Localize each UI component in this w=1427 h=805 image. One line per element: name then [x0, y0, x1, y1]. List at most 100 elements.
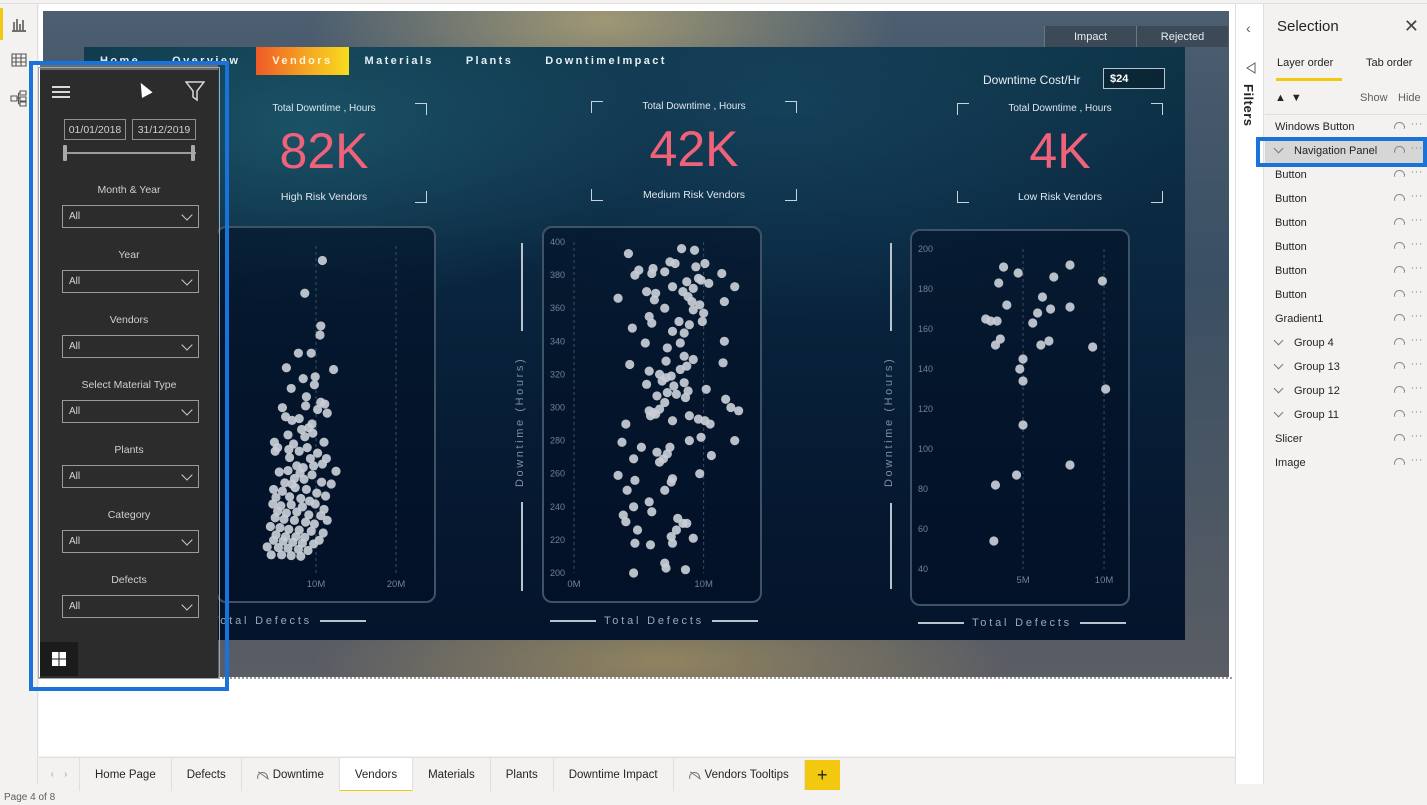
chevron-left-icon[interactable]: ‹ — [1246, 20, 1251, 36]
scatter-point[interactable] — [286, 500, 296, 510]
scatter-point[interactable] — [689, 245, 700, 255]
scatter-point[interactable] — [721, 394, 731, 404]
scatter-point[interactable] — [671, 389, 682, 399]
scatter-point[interactable] — [660, 267, 670, 277]
scatter-point[interactable] — [669, 381, 679, 391]
scatter-point[interactable] — [1018, 420, 1028, 430]
scatter-point[interactable] — [617, 437, 627, 447]
scatter-point[interactable] — [294, 413, 304, 424]
scatter-point[interactable] — [666, 371, 676, 381]
add-page-button[interactable]: + — [803, 760, 840, 790]
layer-item[interactable]: Slicer ··· — [1265, 427, 1427, 451]
scatter-point[interactable] — [1065, 260, 1075, 270]
scatter-point[interactable] — [309, 380, 319, 390]
more-options-icon[interactable]: ··· — [1411, 262, 1424, 274]
scatter-point[interactable] — [316, 321, 326, 331]
scatter-point[interactable] — [684, 320, 694, 330]
scatter-point[interactable] — [310, 499, 320, 509]
scatter-point[interactable] — [662, 343, 672, 353]
move-up-icon[interactable]: ▲ — [1275, 92, 1291, 104]
scatter-point[interactable] — [283, 430, 293, 440]
scatter-point[interactable] — [700, 258, 710, 269]
more-options-icon[interactable]: ··· — [1411, 406, 1424, 418]
scatter-point[interactable] — [657, 376, 667, 386]
scatter-point[interactable] — [1018, 354, 1028, 364]
scatter-point[interactable] — [293, 348, 303, 358]
visibility-eye-icon[interactable] — [1394, 338, 1405, 345]
impact-tab[interactable]: Impact — [1044, 26, 1136, 47]
scatter-point[interactable] — [1101, 384, 1111, 394]
scatter-point[interactable] — [1037, 292, 1048, 302]
page-tab-plants[interactable]: Plants — [489, 758, 553, 792]
scatter-point[interactable] — [701, 384, 711, 394]
layer-item[interactable]: Button ··· — [1265, 259, 1427, 283]
scatter-point[interactable] — [322, 408, 332, 418]
scatter-point[interactable] — [296, 493, 306, 504]
scatter-point[interactable] — [310, 372, 320, 382]
scatter-point[interactable] — [298, 374, 308, 384]
visibility-eye-icon[interactable] — [1394, 314, 1405, 321]
scatter-point[interactable] — [640, 338, 650, 348]
scatter-point[interactable] — [647, 318, 657, 328]
scatter-point[interactable] — [1049, 272, 1059, 282]
nav-downtimeimpact[interactable]: DowntimeImpact — [529, 47, 683, 75]
more-options-icon[interactable]: ··· — [1411, 286, 1424, 298]
close-icon[interactable]: ✕ — [1404, 16, 1419, 37]
layer-item[interactable]: Group 11 ··· — [1265, 403, 1427, 427]
scatter-point[interactable] — [1015, 364, 1025, 374]
scatter-point[interactable] — [660, 303, 670, 313]
scatter-point[interactable] — [667, 282, 678, 292]
scatter-point[interactable] — [1044, 336, 1054, 346]
scatter-point[interactable] — [308, 428, 318, 438]
scatter-point[interactable] — [317, 477, 327, 487]
scatter-point[interactable] — [680, 392, 691, 403]
scatter-point[interactable] — [1033, 308, 1043, 318]
scatter-point[interactable] — [674, 316, 684, 327]
layer-item[interactable]: Image ··· — [1265, 451, 1427, 475]
page-tab-materials[interactable]: Materials — [412, 758, 490, 792]
scatter-point[interactable] — [1065, 302, 1075, 312]
layer-item[interactable]: Button ··· — [1265, 235, 1427, 259]
report-view-button[interactable] — [0, 6, 38, 42]
scatter-point[interactable] — [644, 366, 654, 376]
more-options-icon[interactable]: ··· — [1411, 382, 1424, 394]
layer-item[interactable]: Group 13 ··· — [1265, 355, 1427, 379]
scatter-point[interactable] — [265, 521, 275, 532]
scatter-point[interactable] — [289, 515, 299, 525]
scatter-point[interactable] — [684, 436, 694, 446]
scatter-point[interactable] — [630, 475, 640, 485]
scatter-point[interactable] — [649, 295, 659, 305]
scatter-point[interactable] — [730, 282, 740, 292]
scatter-point[interactable] — [622, 485, 632, 495]
more-options-icon[interactable]: ··· — [1411, 430, 1424, 442]
scatter-point[interactable] — [630, 538, 640, 548]
scatter-point[interactable] — [279, 514, 289, 524]
page-tab-vendors[interactable]: Vendors — [338, 758, 413, 792]
scatter-point[interactable] — [695, 469, 705, 479]
scatter-point[interactable] — [645, 540, 656, 550]
scatter-point[interactable] — [302, 443, 312, 453]
visibility-eye-icon[interactable] — [1394, 242, 1405, 249]
chevron-down-icon[interactable] — [1273, 359, 1284, 370]
scatter-point[interactable] — [719, 336, 729, 346]
scatter-point[interactable] — [301, 484, 311, 495]
scatter-point[interactable] — [1088, 342, 1098, 352]
chevron-down-icon[interactable] — [1273, 335, 1284, 346]
downtime-cost-input[interactable]: $24 — [1103, 68, 1165, 89]
visibility-eye-icon[interactable] — [1394, 458, 1405, 465]
scatter-point[interactable] — [326, 479, 336, 489]
scatter-point[interactable] — [679, 351, 689, 361]
scatter-point[interactable] — [717, 268, 727, 279]
scatter-point[interactable] — [625, 359, 635, 370]
scatter-point[interactable] — [613, 293, 623, 303]
chevron-right-icon[interactable]: › — [64, 769, 67, 780]
scatter-point[interactable] — [679, 328, 689, 338]
layer-item[interactable]: Gradient1 ··· — [1265, 307, 1427, 331]
scatter-point[interactable] — [688, 533, 698, 543]
scatter-point[interactable] — [303, 545, 313, 556]
visibility-eye-icon[interactable] — [1394, 386, 1405, 393]
scatter-point[interactable] — [651, 409, 661, 419]
scatter-point[interactable] — [290, 483, 300, 493]
scatter-point[interactable] — [679, 378, 689, 388]
more-options-icon[interactable]: ··· — [1411, 454, 1424, 466]
